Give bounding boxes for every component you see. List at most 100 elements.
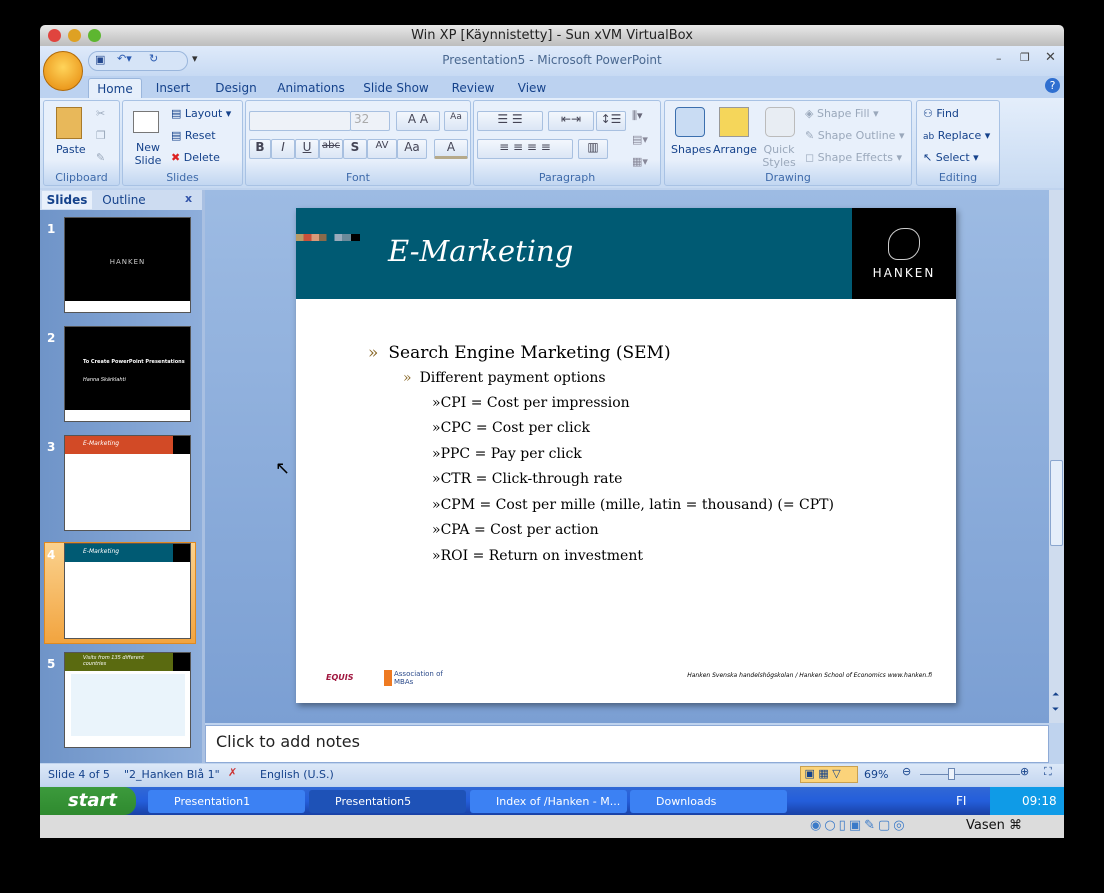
language-indicator[interactable]: English (U.S.) [260, 768, 334, 781]
bullets-numbering-buttons[interactable]: ☰ ☰ [477, 111, 543, 131]
tab-design[interactable]: Design [208, 78, 264, 98]
select-button[interactable]: ↖ Select ▾ [923, 151, 979, 164]
world-map [71, 674, 185, 736]
indent-buttons[interactable]: ⇤⇥ [548, 111, 594, 131]
shape-fill-label: Shape Fill [816, 107, 870, 120]
zoom-out-icon[interactable]: ⊖ [902, 765, 911, 778]
bullet-level-3: »CPA = Cost per action [432, 522, 599, 538]
zoom-slider-thumb[interactable] [947, 768, 955, 780]
taskbar-item-presentation5[interactable]: Presentation5 [309, 790, 466, 813]
view-buttons[interactable]: ▣ ▦ ▽ [800, 766, 858, 783]
previous-slide-icon[interactable]: ⏶ [1052, 690, 1059, 700]
font-name-select[interactable] [249, 111, 351, 131]
zoom-level[interactable]: 69% [864, 768, 888, 781]
clear-formatting-button[interactable]: Aa [444, 111, 468, 131]
font-size-select[interactable]: 32 [350, 111, 390, 131]
delete-button[interactable]: ✖ Delete [171, 151, 220, 164]
mouse-cursor-icon: ↖ [275, 458, 291, 479]
current-slide[interactable]: E-Marketing HANKEN » Search Engine Market… [296, 208, 956, 703]
tab-review[interactable]: Review [448, 78, 498, 98]
fit-to-window-icon[interactable]: ⛶ [1044, 765, 1052, 779]
vertical-scrollbar[interactable]: ⏶ ⏷ [1049, 190, 1064, 723]
taskbar-item-presentation1[interactable]: Presentation1 [148, 790, 305, 813]
align-text-icon[interactable]: ▤▾ [632, 133, 648, 146]
drawing-label: Drawing [765, 171, 811, 184]
close-icon[interactable]: ✕ [1045, 50, 1056, 65]
spell-check-icon[interactable]: ✗ [228, 766, 237, 779]
help-icon[interactable]: ? [1045, 78, 1060, 93]
tab-slide-show[interactable]: Slide Show [360, 78, 432, 98]
slide-thumbnail-3[interactable]: E-Marketing [64, 435, 191, 531]
slide-number: 4 [47, 548, 56, 562]
scrollbar-thumb[interactable] [1050, 460, 1063, 546]
theme-name[interactable]: "2_Hanken Blå 1" [124, 768, 220, 781]
slide-thumbnail-5[interactable]: Visits from 135 different countries [64, 652, 191, 748]
format-painter-icon[interactable]: ✎ [96, 151, 105, 164]
grow-shrink-font-buttons[interactable]: A A [396, 111, 440, 131]
quick-styles-button[interactable]: Quick Styles [761, 143, 797, 169]
alignment-buttons[interactable]: ≡ ≡ ≡ ≡ [477, 139, 573, 159]
paste-button[interactable]: Paste [56, 143, 86, 156]
zoom-window-icon[interactable] [88, 29, 101, 42]
language-bar[interactable]: FI [956, 794, 966, 808]
text-direction-icon[interactable]: ⫼▾ [632, 109, 643, 123]
line-spacing-button[interactable]: ↕☰ [596, 111, 626, 131]
tab-view[interactable]: View [510, 78, 554, 98]
restore-icon[interactable]: ❐ [1020, 51, 1030, 64]
slide-thumbnail-4[interactable]: E-Marketing [64, 543, 191, 639]
shape-fill-button[interactable]: ◈ Shape Fill ▾ [805, 107, 879, 120]
new-slide-icon[interactable] [133, 111, 159, 133]
zoom-in-icon[interactable]: ⊕ [1020, 765, 1029, 778]
paste-icon[interactable] [56, 107, 82, 139]
quick-styles-icon[interactable] [765, 107, 795, 137]
zoom-slider[interactable] [920, 768, 1020, 780]
notes-pane[interactable]: Click to add notes [205, 725, 1049, 763]
shape-outline-button[interactable]: ✎ Shape Outline ▾ [805, 129, 905, 142]
office-button[interactable] [43, 51, 83, 91]
shape-effects-button[interactable]: ◻ Shape Effects ▾ [805, 151, 902, 164]
find-button[interactable]: ⚇ Find [923, 107, 959, 120]
thumb-footer [65, 410, 190, 421]
smartart-icon[interactable]: ▦▾ [632, 155, 648, 168]
slide-thumbnail-2[interactable]: To Create PowerPoint Presentations Hanna… [64, 326, 191, 422]
font-color-button[interactable]: A [434, 139, 468, 159]
new-slide-button[interactable]: New Slide [131, 141, 165, 167]
shadow-button[interactable]: S [343, 139, 367, 159]
tab-slides[interactable]: Slides [42, 191, 92, 209]
cut-icon[interactable]: ✂ [96, 107, 105, 120]
arrange-button[interactable]: Arrange [713, 143, 757, 156]
minimize-icon[interactable]: – [996, 52, 1002, 65]
app-title: Presentation5 - Microsoft PowerPoint [442, 53, 662, 67]
close-window-icon[interactable] [48, 29, 61, 42]
change-case-button[interactable]: Aa [397, 139, 427, 159]
tab-animations[interactable]: Animations [274, 78, 348, 98]
layout-button[interactable]: ▤ Layout ▾ [171, 107, 231, 120]
arrange-icon[interactable] [719, 107, 749, 137]
device-icons[interactable]: ◉○▯▣✎▢◎ [810, 818, 908, 833]
reset-button[interactable]: ▤ Reset [171, 129, 216, 142]
copy-icon[interactable]: ❐ [96, 129, 106, 142]
start-button[interactable]: start [40, 787, 136, 815]
delete-icon: ✖ [171, 151, 181, 164]
columns-button[interactable]: ▥ [578, 139, 608, 159]
paragraph-group: ☰ ☰ ⇤⇥ ↕☰ ⫼▾ ≡ ≡ ≡ ≡ ▥ ▤▾ ▦▾ Paragraph [473, 100, 661, 186]
minimize-window-icon[interactable] [68, 29, 81, 42]
tab-outline[interactable]: Outline [96, 191, 152, 209]
next-slide-icon[interactable]: ⏷ [1052, 705, 1059, 715]
tab-home[interactable]: Home [88, 78, 142, 98]
thumb-logo [173, 653, 190, 671]
slide-thumbnail-1[interactable]: HANKEN [64, 217, 191, 313]
strikethrough-button[interactable]: abc [319, 139, 343, 159]
taskbar-item-downloads[interactable]: Downloads [630, 790, 787, 813]
thumb-title: HANKEN [109, 258, 146, 266]
italic-button[interactable]: I [271, 139, 295, 159]
underline-button[interactable]: U [295, 139, 319, 159]
shapes-button[interactable]: Shapes [671, 143, 711, 156]
shapes-icon[interactable] [675, 107, 705, 137]
close-pane-icon[interactable]: x [185, 192, 192, 205]
taskbar-item-firefox-index[interactable]: Index of /Hanken - M... [470, 790, 627, 813]
tab-insert[interactable]: Insert [148, 78, 198, 98]
bold-button[interactable]: B [249, 139, 271, 159]
character-spacing-button[interactable]: AV [367, 139, 397, 159]
replace-button[interactable]: ab Replace ▾ [923, 129, 990, 142]
